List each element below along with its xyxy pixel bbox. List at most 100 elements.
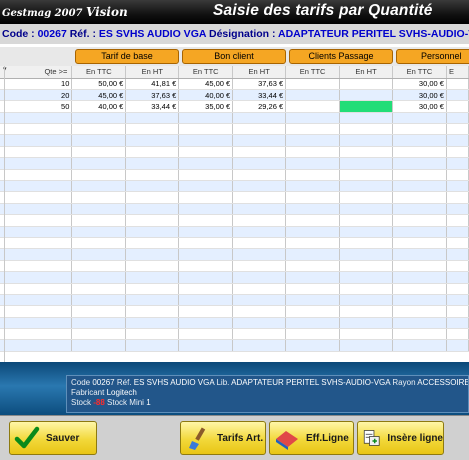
table-cell[interactable] [446,283,469,295]
table-cell[interactable] [339,271,394,284]
table-cell[interactable] [178,283,234,295]
table-cell[interactable] [71,112,127,125]
table-cell[interactable] [446,305,469,318]
table-cell[interactable] [178,317,234,330]
table-cell[interactable] [125,146,180,159]
table-cell[interactable] [178,226,234,238]
table-cell[interactable] [446,339,469,352]
table-cell[interactable] [339,78,394,90]
table-cell[interactable] [339,191,394,204]
table-cell[interactable] [339,248,394,261]
table-cell[interactable] [125,248,180,261]
table-cell[interactable] [339,317,394,330]
table-cell[interactable] [232,134,287,147]
table-cell[interactable] [446,89,469,102]
table-cell[interactable] [339,294,394,307]
table-cell[interactable] [392,317,447,330]
table-cell[interactable] [392,180,447,193]
insere-ligne-button[interactable]: Insère ligne [357,421,444,455]
table-cell[interactable] [339,305,394,318]
table-cell[interactable] [0,112,73,125]
table-cell[interactable]: 29,26 € [232,100,287,113]
table-cell[interactable] [285,89,341,102]
table-cell[interactable] [178,271,234,284]
table-cell[interactable] [71,146,127,159]
table-cell[interactable] [0,157,73,170]
table-cell[interactable] [446,226,469,238]
table-cell[interactable] [0,248,73,261]
table-cell[interactable] [446,157,469,170]
table-cell[interactable] [178,328,234,341]
table-cell[interactable] [232,328,287,341]
table-cell[interactable] [178,203,234,216]
table-cell[interactable] [71,260,127,273]
table-cell[interactable] [71,214,127,227]
table-cell[interactable] [178,146,234,159]
table-cell[interactable] [285,78,341,90]
table-row[interactable] [0,237,469,250]
table-cell[interactable] [232,180,287,193]
table-cell[interactable] [71,294,127,307]
table-cell[interactable] [71,226,127,238]
table-cell[interactable] [232,169,287,182]
table-cell[interactable] [125,112,180,125]
table-cell[interactable] [392,214,447,227]
table-cell[interactable] [125,134,180,147]
table-cell[interactable] [71,305,127,318]
table-cell[interactable] [178,339,234,352]
table-row[interactable] [0,339,469,352]
table-cell[interactable] [285,328,341,341]
table-cell[interactable] [392,294,447,307]
header-qte[interactable]: ▾ Qte >= [0,66,73,79]
table-cell[interactable]: 37,63 € [125,89,180,102]
table-cell[interactable] [232,112,287,125]
table-cell[interactable] [232,248,287,261]
tarifs-art-button[interactable]: Tarifs Art. [180,421,266,455]
table-cell[interactable] [0,123,73,136]
table-cell[interactable] [178,157,234,170]
table-cell[interactable] [392,283,447,295]
table-cell[interactable] [71,237,127,250]
table-cell[interactable]: 40,00 € [71,100,127,113]
table-cell[interactable] [446,214,469,227]
table-cell[interactable] [0,214,73,227]
table-cell[interactable] [446,248,469,261]
table-cell[interactable] [178,237,234,250]
table-cell[interactable] [178,180,234,193]
table-row[interactable]: 50 40,00 €33,44 €35,00 €29,26 € 30,00 € [0,100,469,113]
table-cell[interactable]: 30,00 € [392,100,447,113]
table-cell[interactable] [0,328,73,341]
table-cell[interactable] [446,328,469,341]
table-cell[interactable] [232,191,287,204]
table-cell[interactable] [125,260,180,273]
table-cell[interactable] [446,134,469,147]
table-cell[interactable] [232,339,287,352]
table-cell[interactable] [392,271,447,284]
table-cell[interactable]: 37,63 € [232,78,287,90]
table-row[interactable]: 10 50,00 €41,81 €45,00 €37,63 € 30,00 € [0,78,469,90]
table-cell[interactable] [285,134,341,147]
table-cell[interactable] [178,191,234,204]
table-cell[interactable]: 35,00 € [178,100,234,113]
table-cell[interactable] [71,169,127,182]
table-cell[interactable] [232,317,287,330]
table-cell[interactable] [446,203,469,216]
header-bon-ht[interactable]: En HT [232,66,287,79]
table-cell[interactable]: 33,44 € [232,89,287,102]
table-cell[interactable] [446,271,469,284]
table-cell[interactable] [178,214,234,227]
table-cell[interactable]: 30,00 € [392,78,447,90]
table-cell[interactable] [0,203,73,216]
table-cell[interactable]: 33,44 € [125,100,180,113]
table-cell[interactable] [0,260,73,273]
table-cell[interactable]: 10 [0,78,73,90]
header-bon-ttc[interactable]: En TTC [178,66,234,79]
header-personnel-ht[interactable]: E [446,66,469,79]
table-cell[interactable] [71,123,127,136]
table-cell[interactable] [339,169,394,182]
table-row[interactable] [0,294,469,307]
table-cell[interactable] [285,305,341,318]
table-cell[interactable] [285,294,341,307]
table-cell[interactable] [0,226,73,238]
table-cell[interactable] [0,271,73,284]
